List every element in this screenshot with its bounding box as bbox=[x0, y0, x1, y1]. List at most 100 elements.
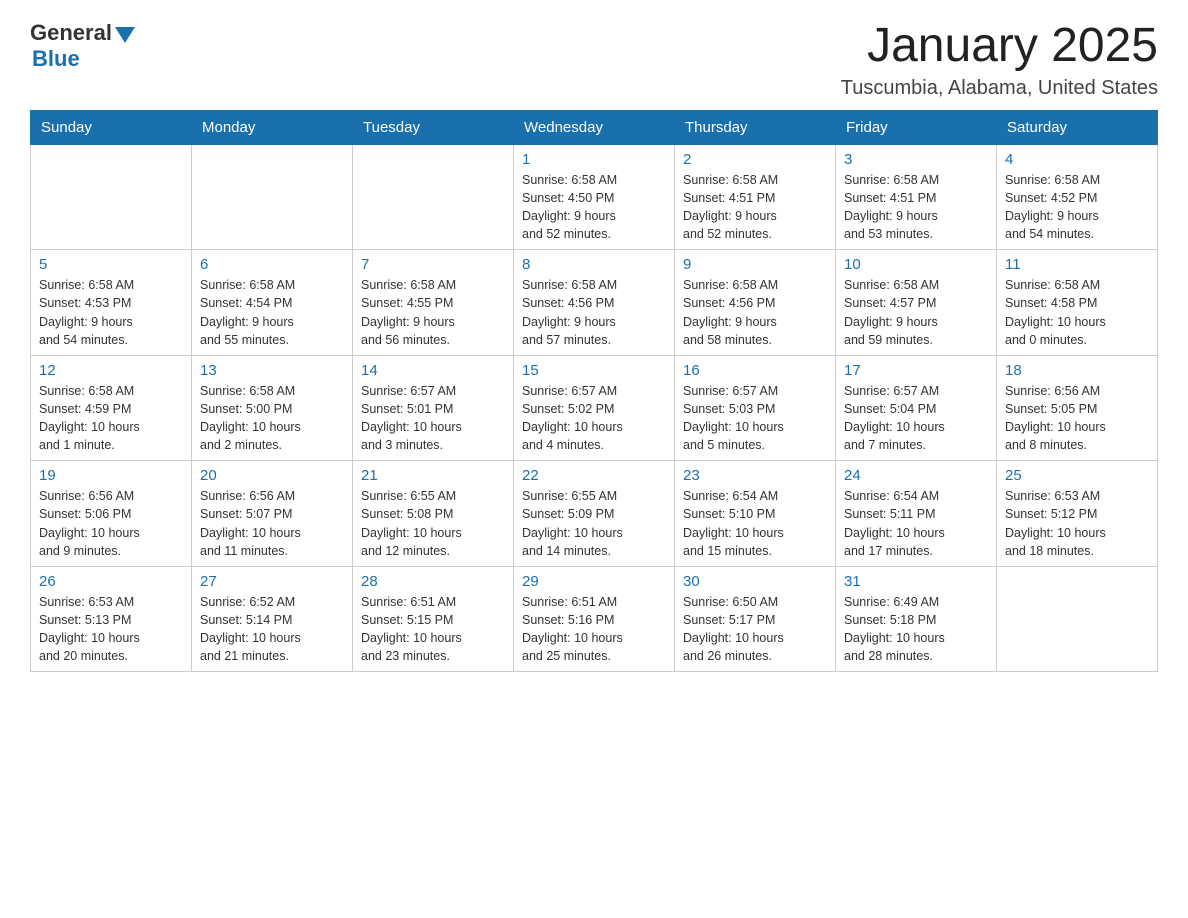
day-number: 23 bbox=[683, 467, 827, 484]
calendar-cell: 27Sunrise: 6:52 AM Sunset: 5:14 PM Dayli… bbox=[192, 566, 353, 672]
day-number: 5 bbox=[39, 256, 183, 273]
day-info: Sunrise: 6:58 AM Sunset: 4:51 PM Dayligh… bbox=[683, 171, 827, 244]
column-header-tuesday: Tuesday bbox=[353, 110, 514, 144]
day-info: Sunrise: 6:51 AM Sunset: 5:15 PM Dayligh… bbox=[361, 593, 505, 666]
calendar-cell: 6 Sunrise: 6:58 AM Sunset: 4:54 PM Daylig… bbox=[192, 250, 353, 356]
calendar-cell: 14 Sunrise: 6:57 AM Sunset: 5:01 PM Dayli… bbox=[353, 355, 514, 461]
calendar-cell: 5 Sunrise: 6:58 AM Sunset: 4:53 PM Daylig… bbox=[31, 250, 192, 356]
column-header-sunday: Sunday bbox=[31, 110, 192, 144]
calendar-cell: 18 Sunrise: 6:56 AM Sunset: 5:05 PM Dayli… bbox=[997, 355, 1158, 461]
column-header-wednesday: Wednesday bbox=[514, 110, 675, 144]
day-number: 20 bbox=[200, 467, 344, 484]
day-info: Sunrise: 6:58 AM Sunset: 4:52 PM Dayligh… bbox=[1005, 171, 1149, 244]
day-number: 6 bbox=[200, 256, 344, 273]
calendar-cell: 22Sunrise: 6:55 AM Sunset: 5:09 PM Dayli… bbox=[514, 461, 675, 567]
calendar-cell: 2 Sunrise: 6:58 AM Sunset: 4:51 PM Daylig… bbox=[675, 144, 836, 250]
day-info: Sunrise: 6:58 AM Sunset: 5:00 PM Dayligh… bbox=[200, 382, 344, 455]
calendar-cell: 23 Sunrise: 6:54 AM Sunset: 5:10 PM Dayli… bbox=[675, 461, 836, 567]
day-info: Sunrise: 6:53 AM Sunset: 5:12 PM Dayligh… bbox=[1005, 487, 1149, 560]
calendar-cell bbox=[31, 144, 192, 250]
day-info: Sunrise: 6:58 AM Sunset: 4:51 PM Dayligh… bbox=[844, 171, 988, 244]
day-number: 21 bbox=[361, 467, 505, 484]
calendar-header-row: SundayMondayTuesdayWednesdayThursdayFrid… bbox=[31, 110, 1158, 144]
day-number: 3 bbox=[844, 151, 988, 168]
day-info: Sunrise: 6:58 AM Sunset: 4:57 PM Dayligh… bbox=[844, 276, 988, 349]
calendar-cell: 1 Sunrise: 6:58 AM Sunset: 4:50 PM Daylig… bbox=[514, 144, 675, 250]
day-info: Sunrise: 6:57 AM Sunset: 5:04 PM Dayligh… bbox=[844, 382, 988, 455]
calendar-cell: 12 Sunrise: 6:58 AM Sunset: 4:59 PM Dayli… bbox=[31, 355, 192, 461]
day-info: Sunrise: 6:58 AM Sunset: 4:53 PM Dayligh… bbox=[39, 276, 183, 349]
day-info: Sunrise: 6:52 AM Sunset: 5:14 PM Dayligh… bbox=[200, 593, 344, 666]
calendar-cell: 19Sunrise: 6:56 AM Sunset: 5:06 PM Dayli… bbox=[31, 461, 192, 567]
day-info: Sunrise: 6:57 AM Sunset: 5:03 PM Dayligh… bbox=[683, 382, 827, 455]
day-number: 24 bbox=[844, 467, 988, 484]
day-info: Sunrise: 6:49 AM Sunset: 5:18 PM Dayligh… bbox=[844, 593, 988, 666]
day-info: Sunrise: 6:58 AM Sunset: 4:56 PM Dayligh… bbox=[522, 276, 666, 349]
day-number: 4 bbox=[1005, 151, 1149, 168]
day-info: Sunrise: 6:50 AM Sunset: 5:17 PM Dayligh… bbox=[683, 593, 827, 666]
page-header: General Blue January 2025 Tuscumbia, Ala… bbox=[30, 20, 1158, 100]
day-number: 9 bbox=[683, 256, 827, 273]
calendar-cell: 25 Sunrise: 6:53 AM Sunset: 5:12 PM Dayli… bbox=[997, 461, 1158, 567]
calendar-cell: 4 Sunrise: 6:58 AM Sunset: 4:52 PM Daylig… bbox=[997, 144, 1158, 250]
day-info: Sunrise: 6:58 AM Sunset: 4:54 PM Dayligh… bbox=[200, 276, 344, 349]
column-header-friday: Friday bbox=[836, 110, 997, 144]
calendar-cell: 24Sunrise: 6:54 AM Sunset: 5:11 PM Dayli… bbox=[836, 461, 997, 567]
day-number: 18 bbox=[1005, 362, 1149, 379]
day-number: 11 bbox=[1005, 256, 1149, 273]
day-number: 12 bbox=[39, 362, 183, 379]
day-number: 19 bbox=[39, 467, 183, 484]
day-info: Sunrise: 6:51 AM Sunset: 5:16 PM Dayligh… bbox=[522, 593, 666, 666]
calendar-week-row: 26 Sunrise: 6:53 AM Sunset: 5:13 PM Dayli… bbox=[31, 566, 1158, 672]
calendar-table: SundayMondayTuesdayWednesdayThursdayFrid… bbox=[30, 110, 1158, 673]
day-info: Sunrise: 6:58 AM Sunset: 4:59 PM Dayligh… bbox=[39, 382, 183, 455]
day-number: 30 bbox=[683, 573, 827, 590]
day-info: Sunrise: 6:55 AM Sunset: 5:08 PM Dayligh… bbox=[361, 487, 505, 560]
day-info: Sunrise: 6:56 AM Sunset: 5:05 PM Dayligh… bbox=[1005, 382, 1149, 455]
day-number: 1 bbox=[522, 151, 666, 168]
calendar-cell: 9Sunrise: 6:58 AM Sunset: 4:56 PM Daylig… bbox=[675, 250, 836, 356]
calendar-cell bbox=[353, 144, 514, 250]
day-number: 17 bbox=[844, 362, 988, 379]
logo-general-text: General bbox=[30, 20, 112, 46]
day-number: 10 bbox=[844, 256, 988, 273]
day-info: Sunrise: 6:57 AM Sunset: 5:01 PM Dayligh… bbox=[361, 382, 505, 455]
title-area: January 2025 Tuscumbia, Alabama, United … bbox=[841, 20, 1158, 100]
calendar-cell: 15 Sunrise: 6:57 AM Sunset: 5:02 PM Dayli… bbox=[514, 355, 675, 461]
day-info: Sunrise: 6:58 AM Sunset: 4:50 PM Dayligh… bbox=[522, 171, 666, 244]
day-number: 13 bbox=[200, 362, 344, 379]
calendar-cell: 28 Sunrise: 6:51 AM Sunset: 5:15 PM Dayli… bbox=[353, 566, 514, 672]
calendar-cell: 10 Sunrise: 6:58 AM Sunset: 4:57 PM Dayli… bbox=[836, 250, 997, 356]
day-info: Sunrise: 6:55 AM Sunset: 5:09 PM Dayligh… bbox=[522, 487, 666, 560]
calendar-cell: 3 Sunrise: 6:58 AM Sunset: 4:51 PM Daylig… bbox=[836, 144, 997, 250]
calendar-cell: 17 Sunrise: 6:57 AM Sunset: 5:04 PM Dayli… bbox=[836, 355, 997, 461]
day-number: 7 bbox=[361, 256, 505, 273]
day-info: Sunrise: 6:56 AM Sunset: 5:07 PM Dayligh… bbox=[200, 487, 344, 560]
day-number: 26 bbox=[39, 573, 183, 590]
calendar-cell: 31Sunrise: 6:49 AM Sunset: 5:18 PM Dayli… bbox=[836, 566, 997, 672]
day-number: 2 bbox=[683, 151, 827, 168]
calendar-week-row: 12 Sunrise: 6:58 AM Sunset: 4:59 PM Dayli… bbox=[31, 355, 1158, 461]
day-number: 8 bbox=[522, 256, 666, 273]
day-number: 15 bbox=[522, 362, 666, 379]
day-number: 28 bbox=[361, 573, 505, 590]
day-number: 14 bbox=[361, 362, 505, 379]
location-text: Tuscumbia, Alabama, United States bbox=[841, 77, 1158, 100]
calendar-cell: 11Sunrise: 6:58 AM Sunset: 4:58 PM Dayli… bbox=[997, 250, 1158, 356]
calendar-cell: 21 Sunrise: 6:55 AM Sunset: 5:08 PM Dayli… bbox=[353, 461, 514, 567]
day-info: Sunrise: 6:54 AM Sunset: 5:10 PM Dayligh… bbox=[683, 487, 827, 560]
day-info: Sunrise: 6:53 AM Sunset: 5:13 PM Dayligh… bbox=[39, 593, 183, 666]
day-info: Sunrise: 6:58 AM Sunset: 4:55 PM Dayligh… bbox=[361, 276, 505, 349]
calendar-cell: 7 Sunrise: 6:58 AM Sunset: 4:55 PM Daylig… bbox=[353, 250, 514, 356]
calendar-cell: 29 Sunrise: 6:51 AM Sunset: 5:16 PM Dayli… bbox=[514, 566, 675, 672]
calendar-cell: 20 Sunrise: 6:56 AM Sunset: 5:07 PM Dayli… bbox=[192, 461, 353, 567]
day-number: 29 bbox=[522, 573, 666, 590]
day-info: Sunrise: 6:57 AM Sunset: 5:02 PM Dayligh… bbox=[522, 382, 666, 455]
column-header-saturday: Saturday bbox=[997, 110, 1158, 144]
calendar-cell: 26 Sunrise: 6:53 AM Sunset: 5:13 PM Dayli… bbox=[31, 566, 192, 672]
calendar-week-row: 19Sunrise: 6:56 AM Sunset: 5:06 PM Dayli… bbox=[31, 461, 1158, 567]
day-number: 25 bbox=[1005, 467, 1149, 484]
column-header-thursday: Thursday bbox=[675, 110, 836, 144]
month-title: January 2025 bbox=[841, 20, 1158, 73]
calendar-cell: 30 Sunrise: 6:50 AM Sunset: 5:17 PM Dayli… bbox=[675, 566, 836, 672]
